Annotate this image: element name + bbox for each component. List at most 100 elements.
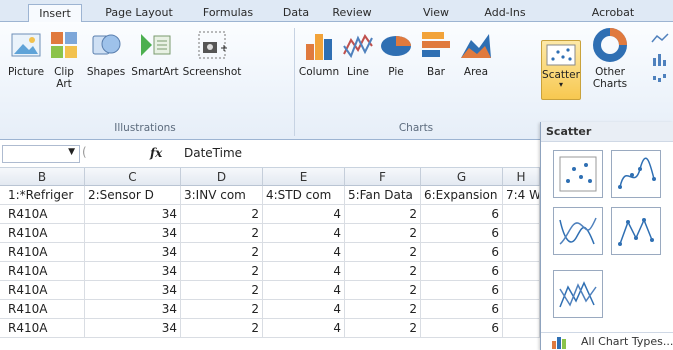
grid-cell[interactable]: 2 bbox=[181, 281, 263, 300]
grid-cell[interactable]: R410A bbox=[0, 262, 85, 281]
grid-cell[interactable]: 6:Expansion bbox=[421, 186, 503, 205]
grid-cell[interactable]: 4 bbox=[263, 205, 345, 224]
grid-cell[interactable]: 6 bbox=[421, 243, 503, 262]
tab-page-layout[interactable]: Page Layout bbox=[98, 4, 180, 22]
grid-cell[interactable]: 2 bbox=[345, 205, 421, 224]
scatter-chart-button[interactable]: Scatter ▾ bbox=[541, 40, 581, 100]
grid-cell[interactable]: 2 bbox=[345, 300, 421, 319]
column-header-h[interactable]: H bbox=[503, 168, 540, 186]
grid-cell[interactable]: 2 bbox=[345, 281, 421, 300]
grid-cell[interactable]: 34 bbox=[85, 205, 181, 224]
grid-cell[interactable]: R410A bbox=[0, 224, 85, 243]
grid-cell[interactable]: R410A bbox=[0, 300, 85, 319]
column-header-c[interactable]: C bbox=[85, 168, 181, 186]
grid-cell[interactable]: 7:4 W bbox=[503, 186, 540, 205]
grid-cell[interactable]: 2 bbox=[345, 262, 421, 281]
grid-cell[interactable]: R410A bbox=[0, 281, 85, 300]
scatter-smooth-markers-option[interactable] bbox=[611, 150, 661, 198]
line-chart-button[interactable]: Line bbox=[340, 26, 376, 78]
chevron-down-icon[interactable]: ▼ bbox=[68, 147, 75, 157]
grid-cell[interactable]: 34 bbox=[85, 224, 181, 243]
scatter-straight-lines-option[interactable] bbox=[553, 270, 603, 318]
fx-icon[interactable]: fx bbox=[150, 146, 162, 160]
grid-cell[interactable] bbox=[503, 300, 540, 319]
grid-cell[interactable]: 6 bbox=[421, 205, 503, 224]
tab-formulas[interactable]: Formulas bbox=[196, 4, 260, 22]
formula-input[interactable]: DateTime bbox=[184, 146, 242, 160]
tab-acrobat[interactable]: Acrobat bbox=[586, 4, 640, 22]
tab-review[interactable]: Review bbox=[327, 4, 377, 22]
other-charts-button[interactable]: Other Charts bbox=[588, 26, 632, 90]
all-chart-types-link[interactable]: All Chart Types... bbox=[541, 332, 673, 350]
area-label: Area bbox=[463, 66, 489, 78]
grid-cell[interactable]: 2:Sensor D bbox=[85, 186, 181, 205]
name-box-handle[interactable]: ( bbox=[82, 145, 96, 163]
grid-cell[interactable]: 6 bbox=[421, 262, 503, 281]
column-header-d[interactable]: D bbox=[181, 168, 263, 186]
grid-cell[interactable]: R410A bbox=[0, 243, 85, 262]
scatter-straight-markers-option[interactable] bbox=[611, 207, 661, 255]
grid-cell[interactable]: 4 bbox=[263, 243, 345, 262]
bar-label: Bar bbox=[427, 66, 445, 78]
grid-cell[interactable]: 4 bbox=[263, 262, 345, 281]
grid-cell[interactable]: 6 bbox=[421, 281, 503, 300]
grid-cell[interactable] bbox=[503, 319, 540, 338]
grid-cell[interactable] bbox=[503, 224, 540, 243]
grid-cell[interactable]: 4:STD com bbox=[263, 186, 345, 205]
column-header-e[interactable]: E bbox=[263, 168, 345, 186]
smartart-button[interactable]: SmartArt bbox=[128, 26, 182, 78]
grid-cell[interactable]: 2 bbox=[181, 262, 263, 281]
grid-cell[interactable]: 4 bbox=[263, 300, 345, 319]
grid-cell[interactable]: R410A bbox=[0, 205, 85, 224]
grid-cell[interactable]: 2 bbox=[181, 205, 263, 224]
scatter-smooth-lines-option[interactable] bbox=[553, 207, 603, 255]
tab-view[interactable]: View bbox=[416, 4, 456, 22]
grid-cell[interactable]: 34 bbox=[85, 243, 181, 262]
screenshot-button[interactable]: Screenshot bbox=[182, 26, 242, 78]
grid-cell[interactable]: 2 bbox=[181, 300, 263, 319]
grid-cell[interactable] bbox=[503, 205, 540, 224]
clip-art-button[interactable]: Clip Art bbox=[46, 26, 82, 90]
tab-insert[interactable]: Insert bbox=[28, 4, 82, 23]
grid-cell[interactable]: 34 bbox=[85, 262, 181, 281]
tab-add-ins[interactable]: Add-Ins bbox=[477, 4, 533, 22]
name-box[interactable]: ▼ bbox=[2, 145, 80, 163]
grid-cell[interactable]: 6 bbox=[421, 300, 503, 319]
area-chart-icon bbox=[459, 28, 493, 62]
grid-cell[interactable] bbox=[503, 281, 540, 300]
area-chart-button[interactable]: Area bbox=[456, 26, 496, 78]
grid-cell[interactable]: 4 bbox=[263, 281, 345, 300]
pie-chart-button[interactable]: Pie bbox=[376, 26, 416, 78]
grid-cell[interactable]: 6 bbox=[421, 224, 503, 243]
grid-cell[interactable]: 1:*Refriger bbox=[0, 186, 85, 205]
grid-cell[interactable]: 2 bbox=[345, 224, 421, 243]
chevron-down-icon: ▾ bbox=[558, 80, 563, 89]
sparkline-icons[interactable] bbox=[650, 30, 672, 90]
grid-cell[interactable]: 34 bbox=[85, 281, 181, 300]
grid-cell[interactable]: 2 bbox=[345, 319, 421, 338]
grid-cell[interactable]: 2 bbox=[181, 243, 263, 262]
picture-button[interactable]: Picture bbox=[6, 26, 46, 78]
grid-cell[interactable]: 34 bbox=[85, 319, 181, 338]
grid-cell[interactable]: 4 bbox=[263, 224, 345, 243]
grid-cell[interactable]: 2 bbox=[345, 243, 421, 262]
bar-chart-button[interactable]: Bar bbox=[416, 26, 456, 78]
grid-cell[interactable]: 5:Fan Data bbox=[345, 186, 421, 205]
grid-cell[interactable]: 6 bbox=[421, 319, 503, 338]
tab-data[interactable]: Data bbox=[276, 4, 316, 22]
column-chart-button[interactable]: Column bbox=[298, 26, 340, 78]
grid-cell[interactable] bbox=[503, 262, 540, 281]
grid-cell[interactable]: 2 bbox=[181, 224, 263, 243]
grid-cell[interactable]: R410A bbox=[0, 319, 85, 338]
scatter-chart-icon bbox=[546, 44, 576, 66]
column-header-b[interactable]: B bbox=[0, 168, 85, 186]
column-header-g[interactable]: G bbox=[421, 168, 503, 186]
scatter-markers-only-option[interactable] bbox=[553, 150, 603, 198]
grid-cell[interactable]: 3:INV com bbox=[181, 186, 263, 205]
grid-cell[interactable]: 4 bbox=[263, 319, 345, 338]
column-header-f[interactable]: F bbox=[345, 168, 421, 186]
grid-cell[interactable]: 34 bbox=[85, 300, 181, 319]
shapes-button[interactable]: Shapes bbox=[84, 26, 128, 78]
grid-cell[interactable]: 2 bbox=[181, 319, 263, 338]
grid-cell[interactable] bbox=[503, 243, 540, 262]
